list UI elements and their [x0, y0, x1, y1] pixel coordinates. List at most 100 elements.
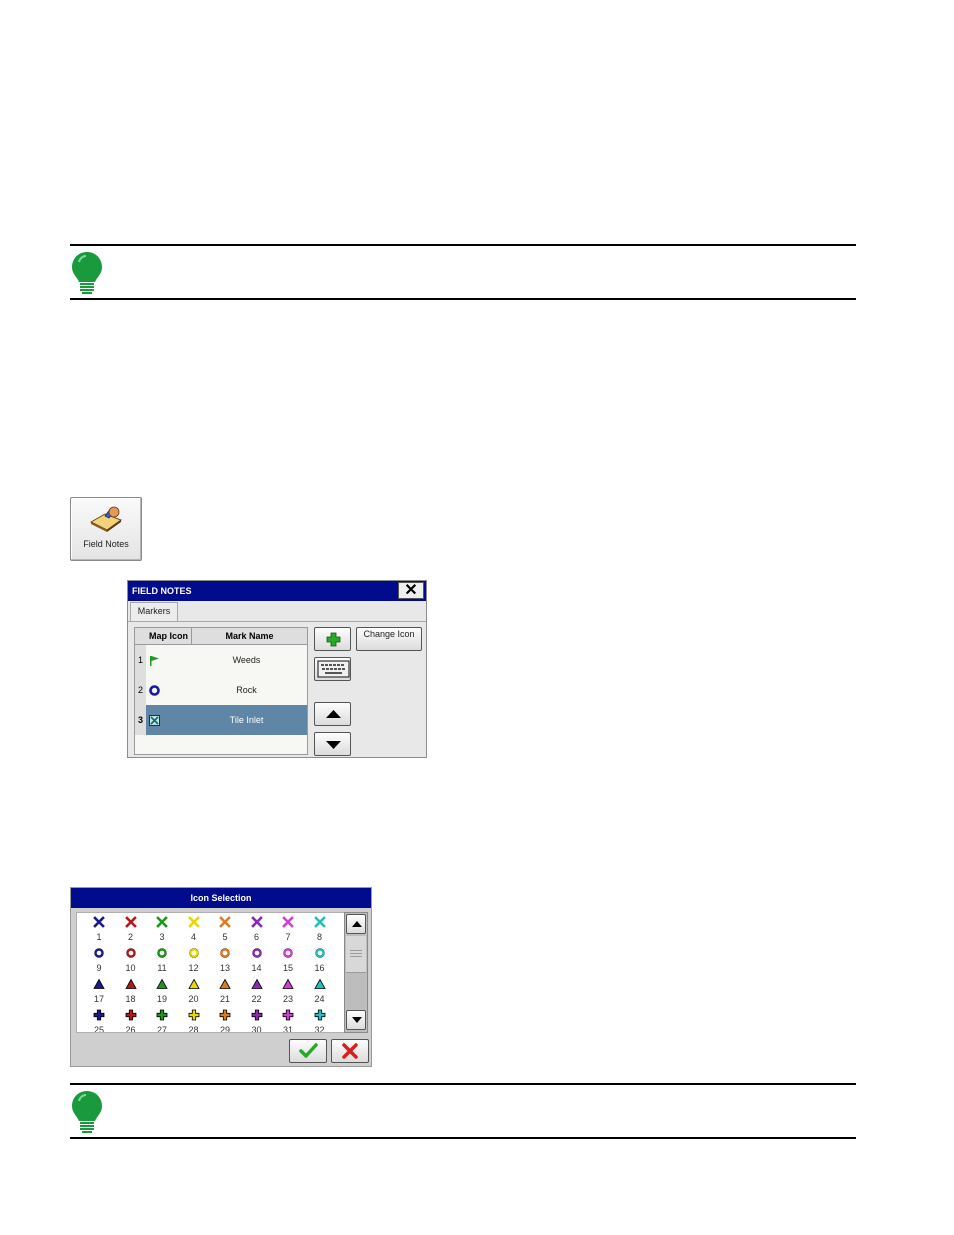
field-notes-book-icon [89, 506, 123, 532]
icon-number: 8 [316, 932, 322, 942]
table-row[interactable]: Weeds [146, 645, 307, 675]
icon-option-29[interactable]: 29 [210, 1009, 240, 1032]
note-bar-bottom [70, 1083, 856, 1139]
icon-option-26[interactable]: 26 [116, 1009, 146, 1032]
icon-option-5[interactable]: 5 [210, 916, 240, 947]
circle-marker-icon [220, 948, 230, 958]
icon-option-15[interactable]: 15 [273, 947, 303, 978]
triangle-marker-icon [124, 978, 137, 989]
circle-marker-icon [314, 948, 325, 958]
icon-option-17[interactable]: 17 [84, 978, 114, 1009]
x-marker-icon [282, 916, 294, 928]
icon-option-14[interactable]: 14 [242, 947, 272, 978]
arrow-down-icon [326, 741, 341, 749]
x-icon [342, 1043, 358, 1059]
icon-option-7[interactable]: 7 [273, 916, 303, 947]
icon-number: 28 [188, 1025, 199, 1033]
confirm-button[interactable] [289, 1039, 327, 1063]
circle-marker-icon [188, 948, 199, 958]
flag-icon [150, 656, 159, 666]
close-button[interactable]: ✕ [398, 582, 424, 599]
icon-option-9[interactable]: 9 [84, 947, 114, 978]
x-marker-icon [250, 916, 263, 928]
icon-option-25[interactable]: 25 [84, 1009, 114, 1033]
triangle-marker-icon [282, 978, 294, 989]
triangle-marker-icon [156, 978, 168, 989]
icon-option-12[interactable]: 12 [179, 947, 209, 978]
move-up-button[interactable] [314, 702, 351, 726]
plus-marker-icon [156, 1009, 168, 1021]
icon-option-18[interactable]: 18 [116, 978, 146, 1009]
scroll-thumb[interactable] [346, 936, 366, 973]
icon-number: 15 [282, 963, 293, 973]
x-marker-icon [187, 916, 200, 928]
check-icon [299, 1043, 318, 1058]
icon-number: 24 [314, 994, 325, 1004]
icon-option-23[interactable]: 23 [273, 978, 303, 1009]
keyboard-button[interactable] [314, 657, 351, 681]
icon-option-24[interactable]: 24 [305, 978, 335, 1009]
icon-option-8[interactable]: 8 [305, 916, 335, 947]
icon-option-16[interactable]: 16 [305, 947, 335, 978]
tab-markers[interactable]: Markers [130, 602, 178, 621]
row-number: 1 [135, 645, 146, 675]
icon-option-28[interactable]: 28 [179, 1009, 209, 1033]
triangle-marker-icon [313, 978, 326, 989]
mark-name: Weeds [232, 655, 261, 665]
icon-option-20[interactable]: 20 [179, 978, 209, 1009]
plus-marker-icon [314, 1009, 325, 1021]
triangle-marker-icon [250, 978, 263, 989]
lightbulb-icon [72, 1091, 102, 1133]
window-title: FIELD NOTES [128, 581, 426, 601]
icon-number: 31 [282, 1025, 293, 1033]
move-down-button[interactable] [314, 732, 351, 756]
circle-marker-icon [251, 948, 262, 958]
field-notes-label: Field Notes [83, 539, 129, 549]
scrollbar[interactable] [344, 912, 368, 1033]
icon-option-32[interactable]: 32 [305, 1009, 335, 1032]
scroll-down-button[interactable] [346, 1010, 366, 1030]
change-icon-button[interactable]: Change Icon [356, 627, 422, 651]
add-marker-button[interactable] [314, 627, 351, 651]
icon-option-11[interactable]: 11 [147, 947, 177, 978]
plus-marker-icon [219, 1009, 231, 1021]
field-notes-button[interactable]: Field Notes [70, 497, 142, 561]
icon-number: 25 [93, 1025, 104, 1033]
arrow-down-icon [352, 1017, 362, 1023]
icon-option-3[interactable]: 3 [147, 916, 177, 947]
icon-option-21[interactable]: 21 [210, 978, 240, 1009]
cancel-button[interactable] [331, 1039, 369, 1063]
icon-number: 7 [285, 932, 291, 942]
mark-name: Rock [236, 685, 257, 695]
table-row[interactable]: Rock [146, 675, 307, 705]
icon-option-31[interactable]: 31 [273, 1009, 303, 1033]
x-marker-icon [156, 916, 168, 928]
table-row-selected[interactable]: Tile Inlet [146, 705, 307, 735]
icon-option-13[interactable]: 13 [210, 947, 240, 978]
icon-option-1[interactable]: 1 [84, 916, 114, 947]
icon-option-27[interactable]: 27 [147, 1009, 177, 1032]
scroll-up-button[interactable] [346, 914, 366, 934]
plus-marker-icon [282, 1009, 294, 1021]
triangle-marker-icon [187, 978, 200, 989]
icon-option-4[interactable]: 4 [179, 916, 209, 947]
icon-number: 3 [159, 932, 165, 942]
row-number: 2 [135, 675, 146, 705]
x-marker-icon [219, 916, 231, 928]
circle-marker-icon [125, 948, 136, 958]
mark-name: Tile Inlet [229, 715, 264, 725]
icon-option-6[interactable]: 6 [242, 916, 272, 947]
markers-table: Map Icon Mark Name 1 Weeds 2 Rock 3 Tile… [134, 627, 308, 755]
icon-option-10[interactable]: 10 [116, 947, 146, 978]
icon-option-2[interactable]: 2 [116, 916, 146, 947]
icon-selection-window: Icon Selection 1 2 3 4 5 6 7 8 9 10 11 12 13 14 15 16 17… [70, 887, 372, 1067]
circle-marker-icon [283, 948, 293, 958]
icon-option-30[interactable]: 30 [242, 1009, 272, 1032]
icon-option-19[interactable]: 19 [147, 978, 177, 1009]
plus-marker-icon [125, 1009, 136, 1021]
circle-marker-icon [94, 948, 104, 958]
icon-option-22[interactable]: 22 [242, 978, 272, 1009]
icon-number: 9 [96, 963, 102, 973]
keyboard-icon [317, 660, 350, 678]
row-number: 3 [135, 705, 146, 735]
